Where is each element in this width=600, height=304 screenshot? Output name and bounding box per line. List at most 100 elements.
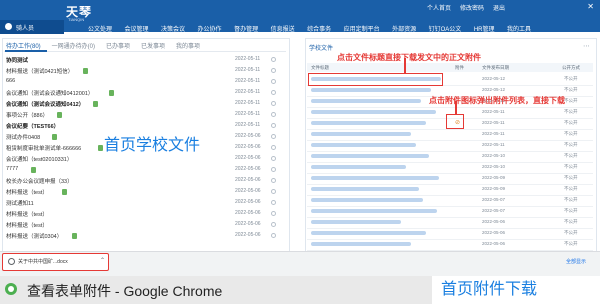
list-item-title[interactable]: 会议纪要（TEST66） [6, 122, 59, 130]
file-title-link[interactable] [311, 165, 406, 169]
file-title-link[interactable] [311, 154, 429, 158]
list-item[interactable]: 材料报送（测试0304） 2022-05-06 [6, 232, 286, 242]
file-title-link[interactable] [311, 176, 439, 180]
list-item-title[interactable]: 测试办件0408 [6, 133, 40, 141]
top-link-logout[interactable]: 退出 [493, 3, 505, 12]
list-item-date: 2022-05-06 [235, 155, 261, 161]
caption-right: 首页附件下载 [441, 281, 538, 298]
tab-online-todo[interactable]: 一网通办待办(0) [52, 41, 95, 50]
todo-tabs: 待办工作(80) 一网通办待办(0) 已办事项 已发事项 我的事项 [6, 41, 211, 50]
file-title-link[interactable] [311, 242, 411, 246]
file-icon [30, 167, 36, 173]
nav-item-collab[interactable]: 办公协作 [198, 24, 222, 33]
chevron-up-icon[interactable]: ⌃ [100, 257, 105, 264]
list-item-title[interactable]: 材料报送（test） [6, 210, 48, 218]
list-item[interactable]: 材料报送（test） 2022-05-06 [6, 210, 286, 220]
list-item-date: 2022-05-06 [235, 144, 261, 150]
list-item[interactable]: 会议通知（测试会议通知0412） 2022-05-11 [6, 100, 286, 110]
list-item-date: 2022-05-11 [235, 111, 261, 117]
tab-mine[interactable]: 我的事项 [176, 41, 200, 50]
tab-done[interactable]: 已办事项 [106, 41, 130, 50]
file-title-link[interactable] [311, 198, 423, 202]
tab-todo[interactable]: 待办工作(80) [6, 41, 41, 50]
list-item[interactable]: 协同测试 2022-05-11 [6, 56, 286, 66]
tab-sent[interactable]: 已发事项 [141, 41, 165, 50]
nav-item-decision[interactable]: 决策会议 [161, 24, 185, 33]
file-date: 2022-05-11 [482, 131, 505, 136]
list-item-title[interactable]: 协同测试 [6, 56, 28, 64]
table-row[interactable]: 2022-05-06 不公开 [307, 239, 593, 251]
list-item-title[interactable]: 666 [6, 78, 15, 84]
nav-item-external[interactable]: 外部资源 [392, 24, 416, 33]
file-title-link[interactable] [311, 132, 411, 136]
file-date: 2022-05-07 [482, 208, 506, 213]
nav-item-supervise[interactable]: 督办管理 [234, 24, 258, 33]
status-icon [271, 123, 276, 128]
top-link-password[interactable]: 修改密码 [460, 3, 484, 12]
list-item-date: 2022-05-11 [235, 100, 261, 106]
nav-item-hr[interactable]: HR管理 [474, 24, 495, 33]
highlight-file-title [308, 73, 443, 86]
nav-item-dingtalk[interactable]: 钉钉OA公文 [429, 24, 462, 33]
annotation-top: 点击文件标题直接下载发文中的正文附件 [337, 53, 481, 62]
file-date: 2022-05-06 [482, 219, 506, 224]
file-date: 2022-05-06 [482, 230, 506, 235]
list-item[interactable]: 材料报送（test） 2022-05-06 [6, 221, 286, 231]
school-files-title[interactable]: 学校文件 [309, 43, 333, 52]
list-item[interactable]: 材料报送（test） 2022-05-06 [6, 188, 286, 198]
file-title-link[interactable] [311, 187, 419, 191]
list-item-title[interactable]: 会议通知（测试会议通知0412001） [6, 89, 93, 97]
list-item[interactable]: 666 2022-05-11 [6, 78, 286, 88]
list-item-title[interactable]: 材料报送（测试0421短信） [6, 67, 73, 75]
nav-item-info[interactable]: 信息报送 [271, 24, 295, 33]
nav-item-meeting[interactable]: 会议管理 [125, 24, 149, 33]
file-title-link[interactable] [311, 209, 437, 213]
file-icon [98, 145, 104, 151]
list-item[interactable]: 7777 2022-05-06 [6, 166, 286, 176]
list-item[interactable]: 事项公开（886） 2022-05-11 [6, 111, 286, 121]
list-item-date: 2022-05-06 [235, 177, 261, 183]
list-item-date: 2022-05-06 [235, 133, 261, 139]
file-icon [72, 233, 78, 239]
file-title-link[interactable] [311, 143, 416, 147]
list-item-title[interactable]: 材料报送（test） [6, 221, 48, 229]
list-item[interactable]: 测试通知11 2022-05-06 [6, 199, 286, 209]
file-visibility: 不公开 [564, 131, 578, 136]
nav-item-docs[interactable]: 公文处理 [88, 24, 112, 33]
show-all-button[interactable]: 全部显示 [566, 258, 586, 265]
list-item-title[interactable]: 事项公开（886） [6, 111, 48, 119]
file-title-link[interactable] [311, 121, 426, 125]
file-title-link[interactable] [311, 220, 401, 224]
main-nav: 公文处理 会议管理 决策会议 办公协作 督办管理 信息报送 综合事务 应用定制平… [88, 24, 544, 33]
list-item-title[interactable]: 材料报送（test） [6, 188, 48, 196]
nav-item-tools[interactable]: 我的工具 [507, 24, 531, 33]
list-item-date: 2022-05-06 [235, 199, 261, 205]
list-item[interactable]: 会议通知（测试会议通知0412001） 2022-05-11 [6, 89, 286, 99]
list-item[interactable]: 校长办公会议题申报（33） 2022-05-06 [6, 177, 286, 187]
list-item-date: 2022-05-11 [235, 122, 261, 128]
file-date: 2022-05-09 [482, 175, 506, 180]
file-title-link[interactable] [311, 110, 436, 114]
list-item-title[interactable]: 租赁制度审批单测试单-666666 [6, 144, 81, 152]
nav-item-affairs[interactable]: 综合事务 [307, 24, 331, 33]
list-item-title[interactable]: 会议通知（测试会议通知0412） [6, 100, 84, 108]
nav-item-platform[interactable]: 应用定制平台 [344, 24, 380, 33]
list-item-title[interactable]: 测试通知11 [6, 199, 34, 207]
close-icon[interactable]: ✕ [587, 2, 594, 11]
status-icon [271, 145, 276, 150]
list-item[interactable]: 材料报送（测试0421短信） 2022-05-11 [6, 67, 286, 77]
top-link-home[interactable]: 个人首页 [427, 3, 451, 12]
list-item-title[interactable]: 材料报送（测试0304） [6, 232, 62, 240]
list-item-title[interactable]: 7777 [6, 166, 18, 172]
file-visibility: 不公开 [564, 120, 578, 125]
more-icon[interactable]: ⋯ [583, 42, 590, 50]
list-item-title[interactable]: 会议通知（test02010331） [6, 155, 72, 163]
file-title-link[interactable] [311, 231, 426, 235]
file-title-link[interactable] [311, 88, 431, 92]
user-box[interactable]: 骑人员 [0, 20, 64, 34]
list-item-title[interactable]: 校长办公会议题申报（33） [6, 177, 73, 185]
file-title-link[interactable] [311, 99, 421, 103]
list-item[interactable]: 会议通知（test02010331） 2022-05-06 [6, 155, 286, 165]
download-filename[interactable]: 关于中共中国矿...docx [18, 258, 68, 265]
list-item-date: 2022-05-11 [235, 78, 261, 84]
